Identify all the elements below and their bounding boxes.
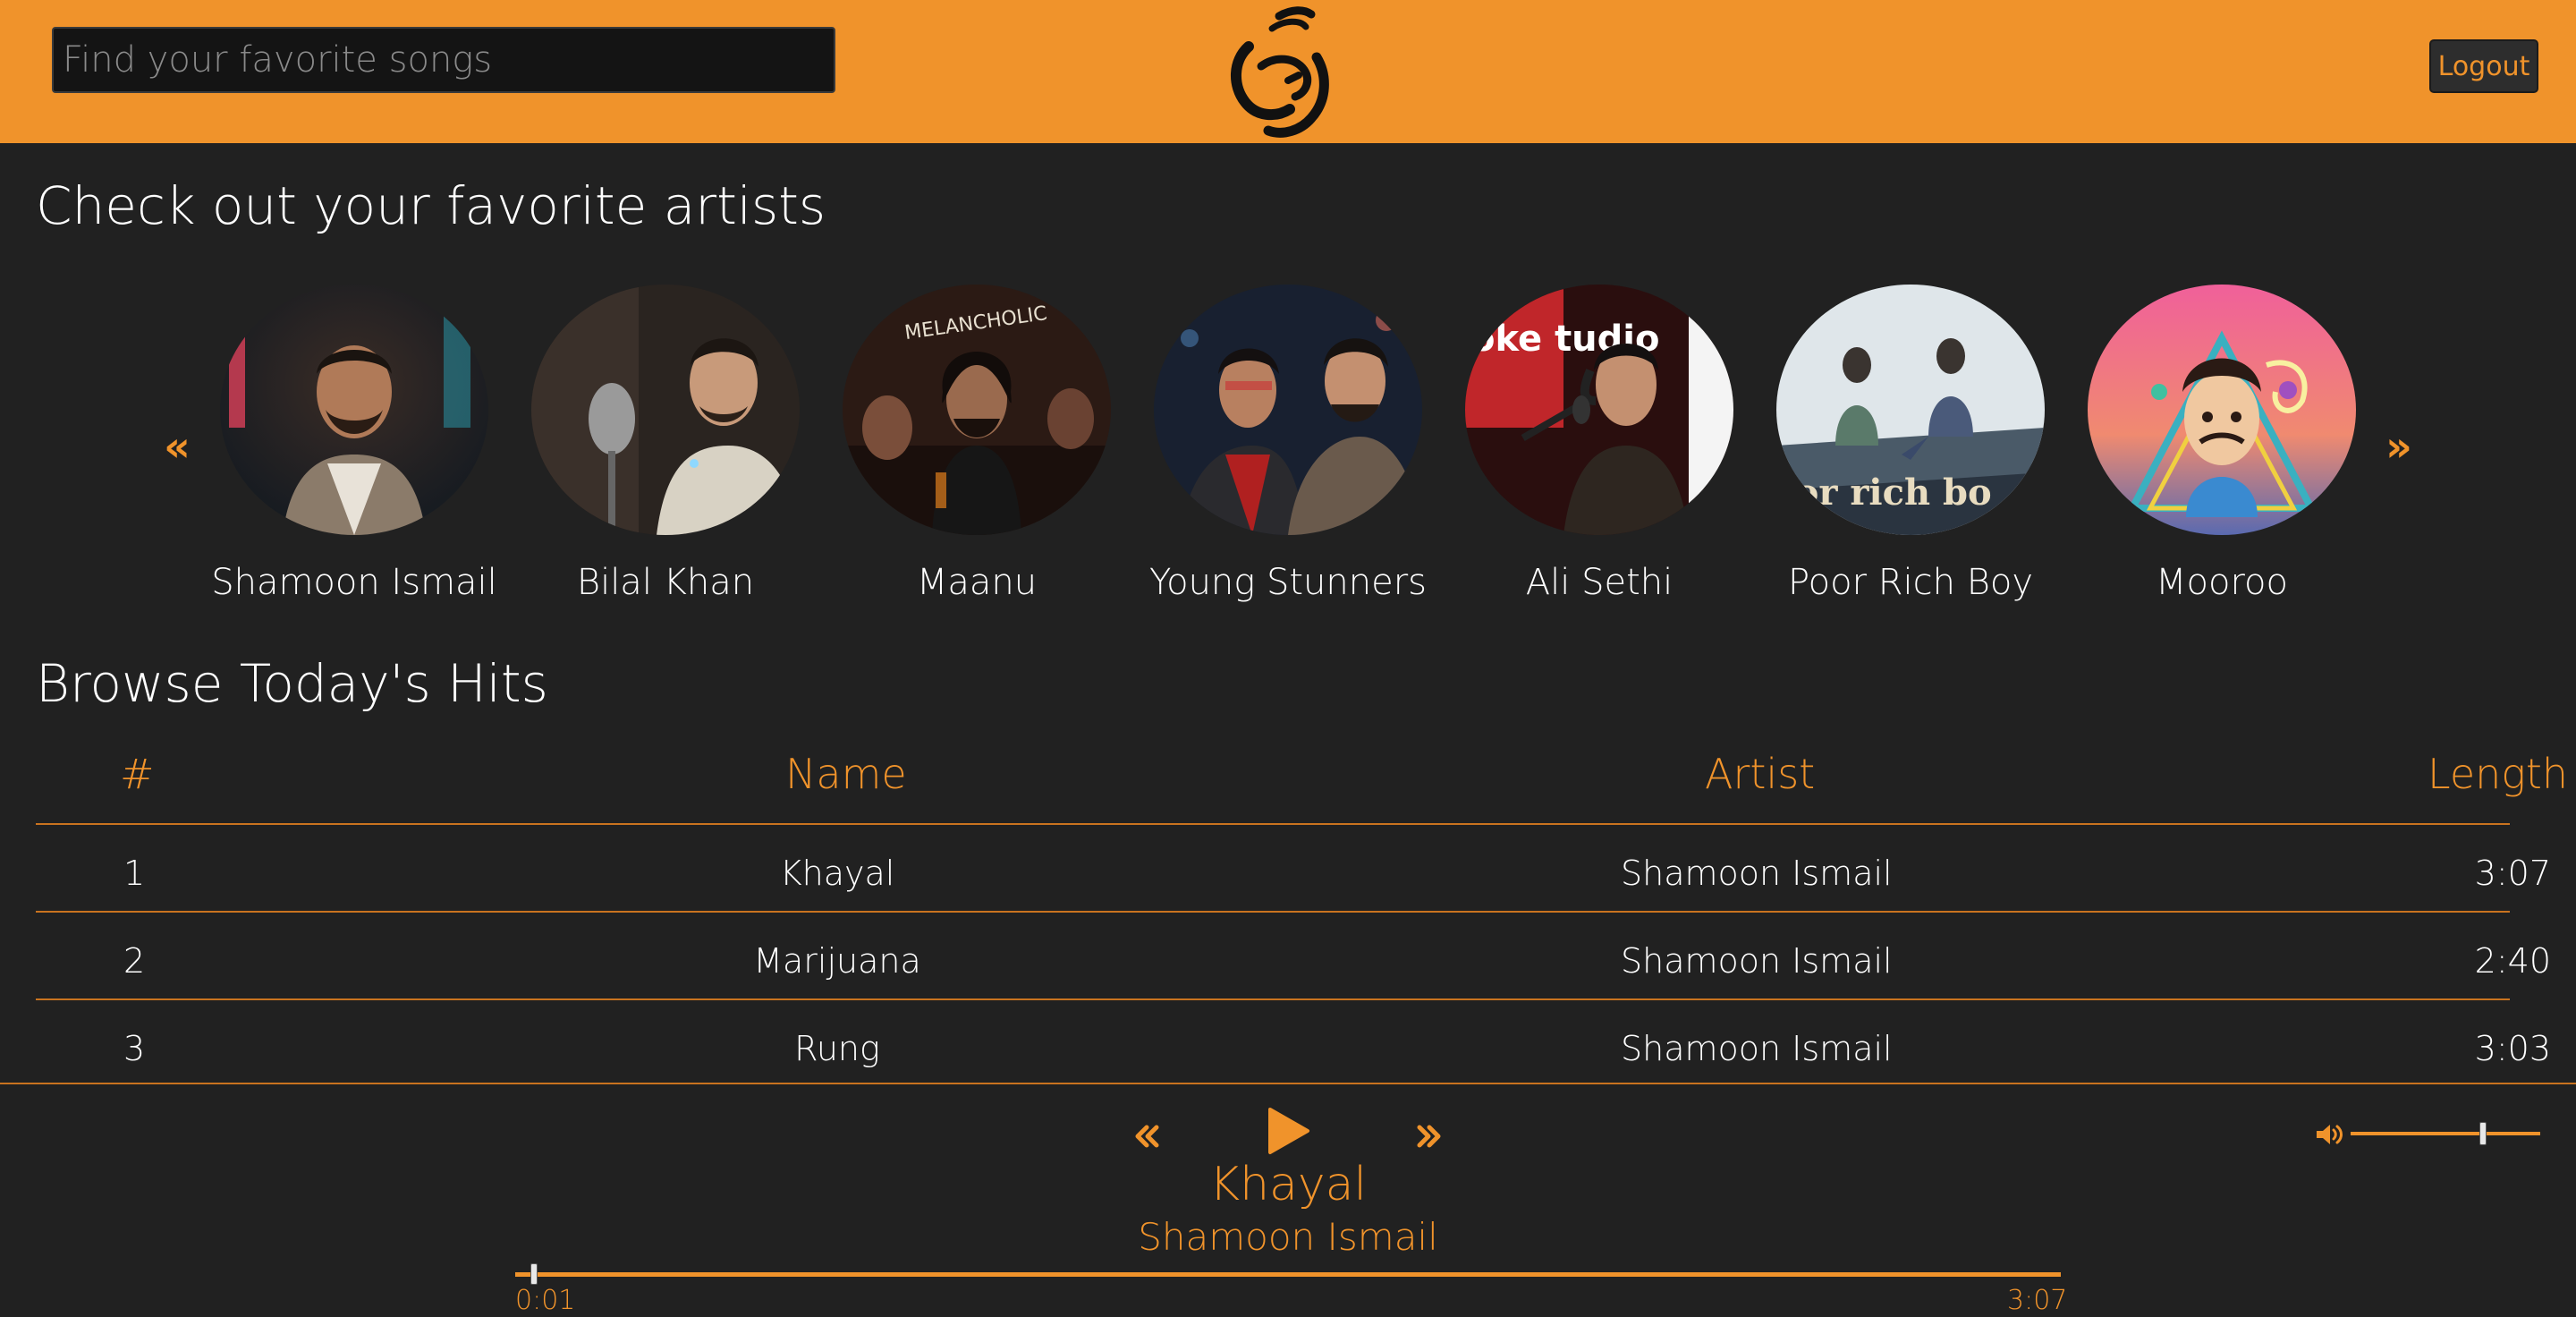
track-name[interactable]: Rung — [739, 1029, 936, 1068]
track-number: 1 — [123, 854, 146, 893]
track-artist[interactable]: Shamoon Ismail — [1621, 941, 1893, 981]
artist-name[interactable]: Mooroo — [2034, 562, 2410, 603]
logout-button[interactable]: Logout — [2429, 39, 2538, 93]
artist-photo[interactable] — [2088, 285, 2356, 535]
hits-section-title: Browse Today's Hits — [36, 653, 548, 714]
track-length: 2:40 — [2474, 941, 2551, 981]
artist-card-mooroo[interactable]: Mooroo — [2088, 285, 2356, 603]
speaker-icon[interactable] — [2315, 1122, 2345, 1147]
artists-next-button[interactable]: » — [2383, 426, 2415, 467]
play-icon[interactable] — [1265, 1106, 1311, 1156]
artist-card-poor-rich-boy[interactable]: oor rich bo Poor Rich Boy — [1776, 285, 2045, 603]
column-header-name[interactable]: Name — [785, 750, 907, 798]
table-row[interactable]: 3 Rung Shamoon Ismail 3:03 — [0, 1002, 2576, 1088]
column-header-length[interactable]: Length — [2428, 750, 2568, 798]
artist-photo[interactable]: oor rich bo — [1776, 285, 2045, 535]
track-artist[interactable]: Shamoon Ismail — [1621, 854, 1893, 893]
app-logo — [1230, 6, 1329, 138]
column-header-number: # — [120, 750, 155, 798]
progress-handle[interactable] — [530, 1263, 538, 1285]
photo-sign-text: oor rich bo — [1776, 472, 1992, 514]
app-page: Logout Check out your favorite artists «… — [0, 0, 2576, 1317]
track-length: 3:07 — [2474, 854, 2551, 893]
artist-card-shamoon-ismail[interactable]: Shamoon Ismail — [211, 285, 497, 603]
double-chevron-left-icon[interactable] — [1134, 1124, 1159, 1149]
current-time: 0:01 — [515, 1285, 576, 1316]
track-name[interactable]: Marijuana — [739, 941, 936, 981]
table-row[interactable]: 2 Marijuana Shamoon Ismail 2:40 — [0, 914, 2576, 1000]
track-length: 3:03 — [2474, 1029, 2551, 1068]
artist-photo[interactable]: oke tudio — [1465, 285, 1733, 535]
artist-photo[interactable]: MELANCHOLIC — [843, 285, 1111, 535]
progress-bar[interactable] — [515, 1272, 2061, 1277]
artist-card-young-stunners[interactable]: Young Stunners — [1149, 285, 1427, 603]
search-input[interactable] — [52, 27, 835, 93]
artist-photo[interactable] — [1154, 285, 1422, 535]
artist-card-maanu[interactable]: MELANCHOLIC Maanu — [843, 285, 1111, 603]
artist-card-bilal-khan[interactable]: Bilal Khan — [531, 285, 800, 603]
now-playing-title: Khayal — [1208, 1158, 1367, 1211]
track-artist[interactable]: Shamoon Ismail — [1621, 1029, 1893, 1068]
table-header-divider — [36, 823, 2510, 825]
row-divider — [36, 998, 2510, 1000]
artist-card-ali-sethi[interactable]: oke tudio Ali Sethi — [1465, 285, 1733, 603]
artist-photo[interactable] — [531, 285, 800, 535]
volume-handle[interactable] — [2479, 1122, 2487, 1145]
double-chevron-right-icon: » — [2385, 422, 2412, 471]
row-divider — [36, 911, 2510, 913]
track-number: 3 — [123, 1029, 146, 1068]
track-number: 2 — [123, 941, 146, 981]
now-playing-artist[interactable]: Shamoon Ismail — [1064, 1215, 1512, 1259]
table-row[interactable]: 1 Khayal Shamoon Ismail 3:07 — [0, 827, 2576, 913]
artists-section-title: Check out your favorite artists — [36, 175, 826, 236]
player-bar: Khayal Shamoon Ismail 0:01 3:07 — [0, 1083, 2576, 1317]
total-time: 3:07 — [2007, 1285, 2068, 1316]
column-header-artist[interactable]: Artist — [1705, 750, 1815, 798]
artists-prev-button[interactable]: « — [161, 426, 193, 467]
top-bar: Logout — [0, 0, 2576, 143]
artist-photo[interactable] — [220, 285, 488, 535]
track-name[interactable]: Khayal — [739, 854, 936, 893]
volume-slider[interactable] — [2351, 1132, 2540, 1135]
double-chevron-right-icon[interactable] — [1417, 1124, 1442, 1149]
double-chevron-left-icon: « — [164, 422, 191, 471]
